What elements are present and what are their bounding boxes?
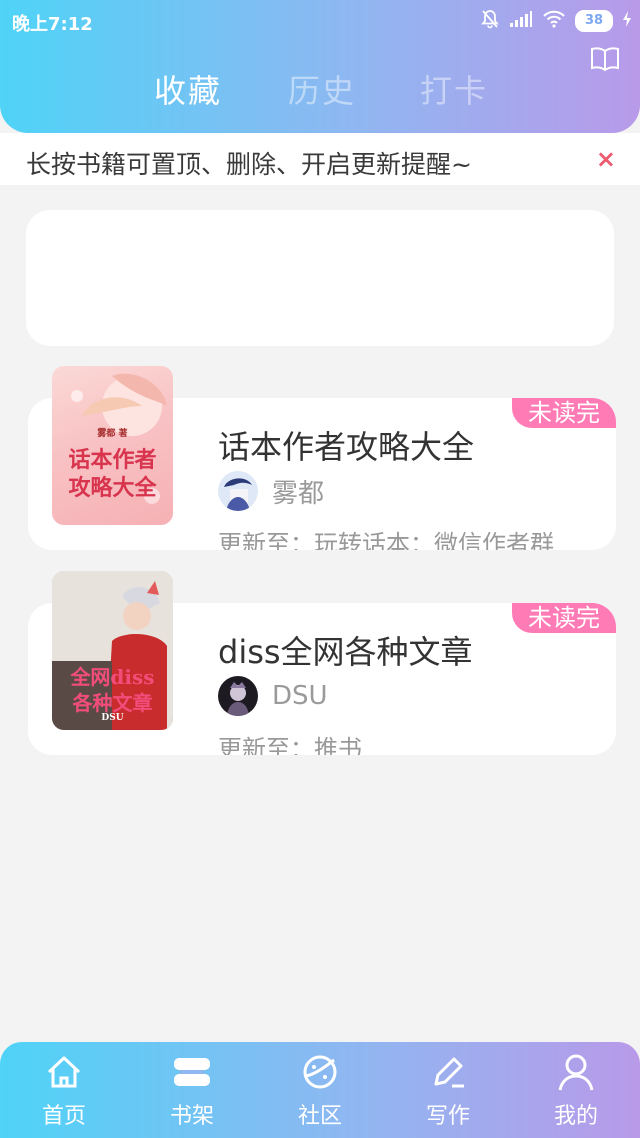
- battery-indicator: 38: [575, 10, 613, 32]
- notice-bar: 长按书籍可置顶、删除、开启更新提醒~ ×: [0, 133, 640, 185]
- user-icon: [556, 1052, 596, 1096]
- cover-author: 雾都 著: [97, 429, 128, 439]
- cover-title-line2: 各种文章: [72, 691, 153, 715]
- signal-icon: [509, 10, 533, 32]
- nav-label: 社区: [297, 1104, 342, 1129]
- top-header: 晚上7:12 38 收藏 历史 打卡: [0, 0, 640, 133]
- planet-icon: [300, 1052, 340, 1096]
- author-row: DSU: [218, 675, 328, 717]
- nav-profile[interactable]: 我的: [512, 1042, 640, 1138]
- status-bar: 晚上7:12 38: [0, 0, 640, 42]
- bookshelf-icon: [172, 1052, 212, 1096]
- unread-badge: 未读完: [512, 398, 616, 428]
- nav-community[interactable]: 社区: [256, 1042, 384, 1138]
- book-title: diss全网各种文章: [218, 633, 473, 671]
- notice-text: 长按书籍可置顶、删除、开启更新提醒~: [26, 150, 472, 179]
- update-text: 更新至：玩转话本：微信作者群: [218, 530, 554, 550]
- wifi-icon: [542, 10, 566, 32]
- author-name: 雾都: [272, 478, 325, 509]
- cover-title-line2: 攻略大全: [68, 475, 157, 501]
- book-cover[interactable]: 全网diss 各种文章 DSU: [52, 571, 173, 730]
- nav-home[interactable]: 首页: [0, 1042, 128, 1138]
- author-avatar: [218, 471, 258, 511]
- author-avatar: [218, 676, 258, 716]
- book-title: 话本作者攻略大全: [218, 428, 475, 466]
- book-icon[interactable]: [590, 46, 620, 76]
- bottom-nav: 首页 书架 社区 写作 我的: [0, 1042, 640, 1138]
- status-icons: 38: [480, 9, 632, 33]
- nav-label: 书架: [169, 1104, 214, 1129]
- mute-bell-icon: [480, 9, 500, 33]
- update-text: 更新至：推书: [218, 735, 362, 755]
- tab-checkin[interactable]: 打卡: [420, 66, 488, 112]
- book-cover[interactable]: 雾都 著 话本作者 攻略大全: [52, 366, 173, 525]
- pen-icon: [428, 1052, 468, 1096]
- tab-history[interactable]: 历史: [288, 66, 356, 112]
- cover-author: DSU: [101, 713, 124, 723]
- tab-bar: 收藏 历史 打卡: [0, 66, 640, 116]
- nav-writing[interactable]: 写作: [384, 1042, 512, 1138]
- nav-label: 我的: [553, 1104, 598, 1129]
- charging-icon: [622, 10, 632, 32]
- cover-title-line1: 全网diss: [70, 665, 155, 689]
- nav-bookshelf[interactable]: 书架: [128, 1042, 256, 1138]
- author-name: DSU: [272, 681, 328, 711]
- status-time: 晚上7:12: [12, 14, 93, 35]
- author-row: 雾都: [218, 470, 324, 512]
- nav-label: 写作: [425, 1104, 470, 1129]
- tab-favorites[interactable]: 收藏: [154, 66, 222, 112]
- unread-badge: 未读完: [512, 603, 616, 633]
- home-icon: [44, 1052, 84, 1096]
- nav-label: 首页: [41, 1104, 86, 1129]
- empty-card: [26, 210, 614, 346]
- close-icon[interactable]: ×: [596, 145, 616, 173]
